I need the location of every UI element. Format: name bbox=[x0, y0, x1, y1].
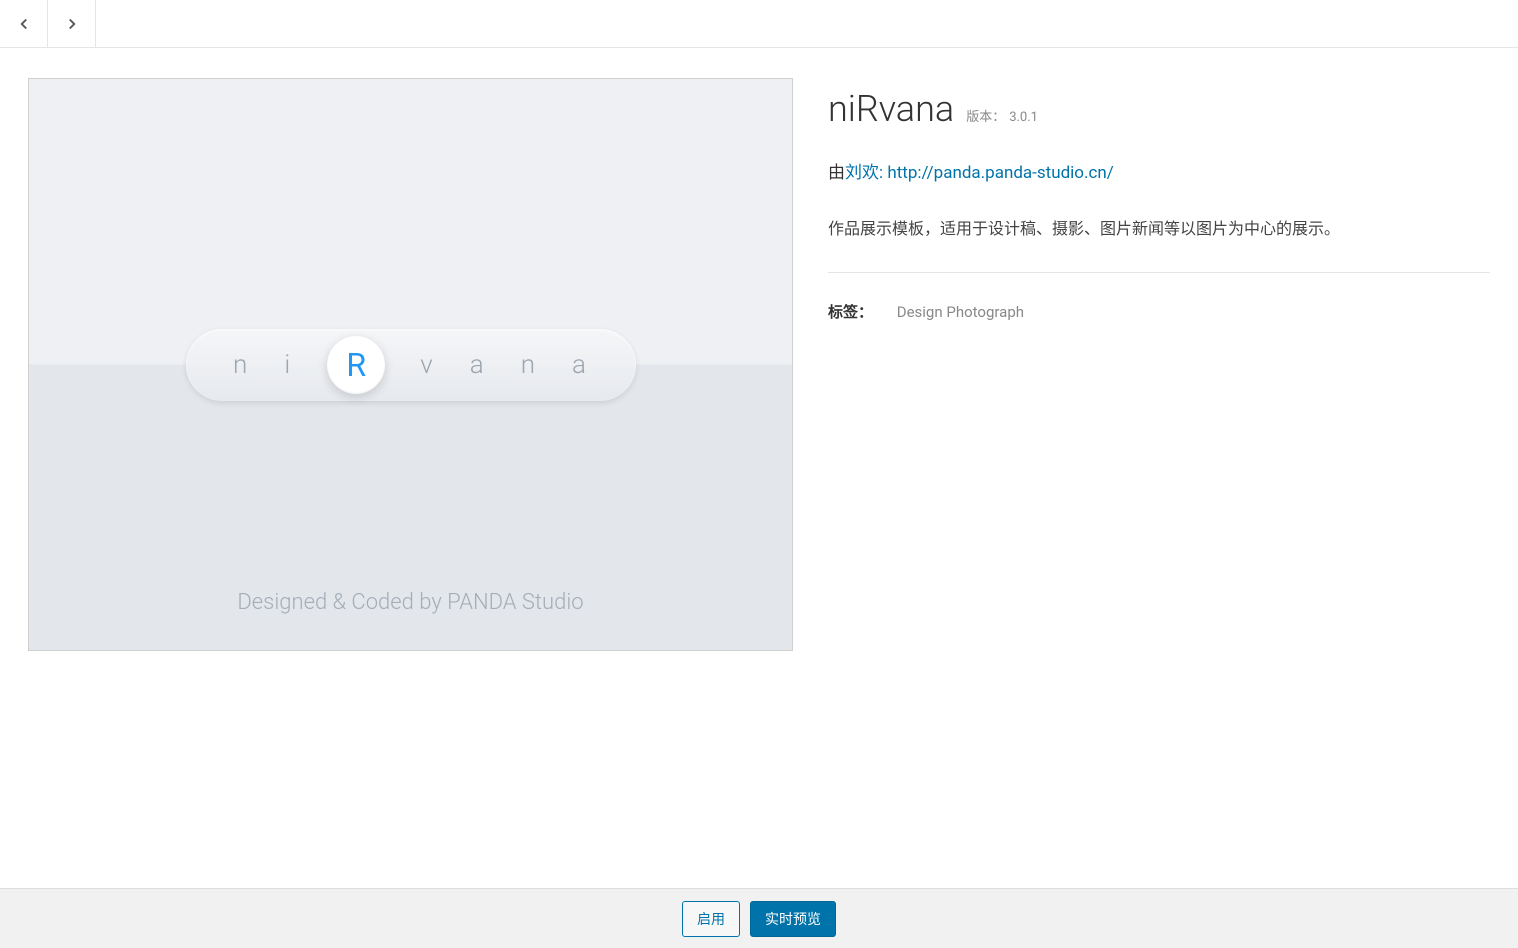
author-row: 由刘欢: http://panda.panda-studio.cn/ bbox=[828, 158, 1490, 183]
tags-row: 标签： Design Photograph bbox=[828, 301, 1490, 322]
logo-letter: a bbox=[470, 350, 486, 380]
tags-value: Design Photograph bbox=[897, 303, 1024, 321]
theme-description: 作品展示模板，适用于设计稿、摄影、图片新闻等以图片为中心的展示。 bbox=[828, 215, 1490, 242]
nav-forward-button[interactable] bbox=[48, 0, 96, 47]
author-prefix: 由 bbox=[828, 163, 845, 183]
chevron-left-icon bbox=[15, 15, 33, 33]
footer-action-bar: 启用 实时预览 bbox=[0, 888, 1518, 948]
main-content: n i R v a n a Designed & Coded by PANDA … bbox=[0, 48, 1518, 651]
logo-letter: i bbox=[284, 350, 292, 380]
theme-title-row: niRvana 版本： 3.0.1 bbox=[828, 88, 1490, 130]
theme-logo-pill: n i R v a n a bbox=[186, 329, 636, 401]
logo-letter: a bbox=[572, 350, 588, 380]
chevron-right-icon bbox=[63, 15, 81, 33]
author-name-link[interactable]: 刘欢 bbox=[845, 163, 879, 183]
nav-back-button[interactable] bbox=[0, 0, 48, 47]
logo-letter: n bbox=[233, 350, 249, 380]
theme-preview-image: n i R v a n a Designed & Coded by PANDA … bbox=[28, 78, 793, 651]
preview-credit-text: Designed & Coded by PANDA Studio bbox=[29, 590, 792, 615]
logo-letter-highlight: R bbox=[346, 346, 366, 384]
logo-letter: v bbox=[420, 350, 435, 380]
logo-highlight-circle: R bbox=[327, 336, 385, 394]
tags-label: 标签： bbox=[828, 303, 873, 321]
theme-name: niRvana bbox=[828, 88, 954, 130]
live-preview-button[interactable]: 实时预览 bbox=[750, 901, 836, 937]
version-label: 版本： bbox=[966, 110, 1005, 125]
version-value: 3.0.1 bbox=[1009, 110, 1038, 125]
logo-letter: n bbox=[521, 350, 537, 380]
activate-button[interactable]: 启用 bbox=[682, 901, 740, 937]
author-url-link[interactable]: : http://panda.panda-studio.cn/ bbox=[879, 163, 1114, 183]
top-navigation-bar bbox=[0, 0, 1518, 48]
theme-details-pane: niRvana 版本： 3.0.1 由刘欢: http://panda.pand… bbox=[828, 78, 1490, 651]
divider bbox=[828, 272, 1490, 273]
